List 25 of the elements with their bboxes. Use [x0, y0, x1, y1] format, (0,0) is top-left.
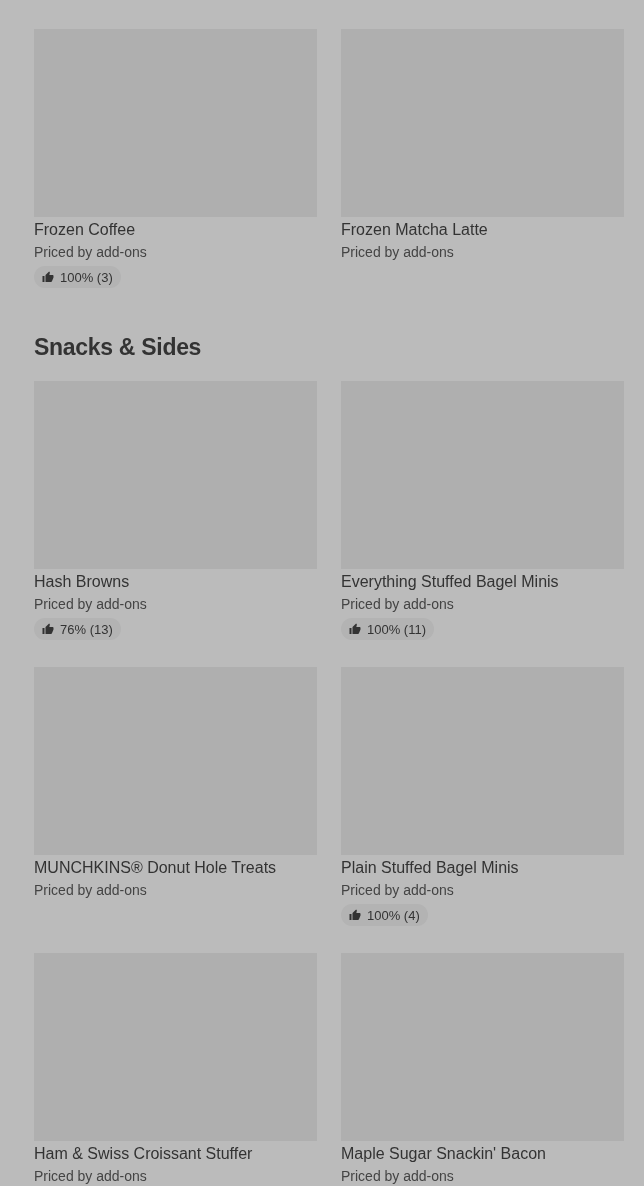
item-name: Everything Stuffed Bagel Minis: [341, 572, 559, 592]
item-name: Hash Browns: [34, 572, 130, 592]
section-heading: Snacks & Sides: [34, 333, 203, 361]
rating-text: 100% (3): [60, 269, 113, 285]
item-name: Frozen Matcha Latte: [341, 220, 488, 240]
rating-text: 76% (13): [60, 621, 113, 637]
thumbs-up-icon: [349, 623, 361, 635]
item-price: Priced by add-ons: [34, 243, 147, 261]
item-name: Frozen Coffee: [34, 220, 136, 240]
item-price: Priced by add-ons: [34, 595, 147, 613]
item-name: Ham & Swiss Croissant Stuffer: [34, 1144, 253, 1164]
thumbs-up-icon: [42, 271, 54, 283]
thumbs-up-icon: [349, 909, 361, 921]
item-name: MUNCHKINS® Donut Hole Treats: [34, 858, 277, 878]
thumbs-up-icon: [42, 623, 54, 635]
rating-text: 100% (11): [367, 621, 426, 637]
item-price: Priced by add-ons: [341, 243, 454, 261]
item-name: Maple Sugar Snackin' Bacon: [341, 1144, 546, 1164]
rating-text: 100% (4): [367, 907, 420, 923]
item-price: Priced by add-ons: [341, 881, 454, 899]
item-price: Priced by add-ons: [341, 595, 454, 613]
item-price: Priced by add-ons: [34, 1167, 147, 1185]
item-name: Plain Stuffed Bagel Minis: [341, 858, 519, 878]
item-price: Priced by add-ons: [34, 881, 147, 899]
item-price: Priced by add-ons: [341, 1167, 454, 1185]
